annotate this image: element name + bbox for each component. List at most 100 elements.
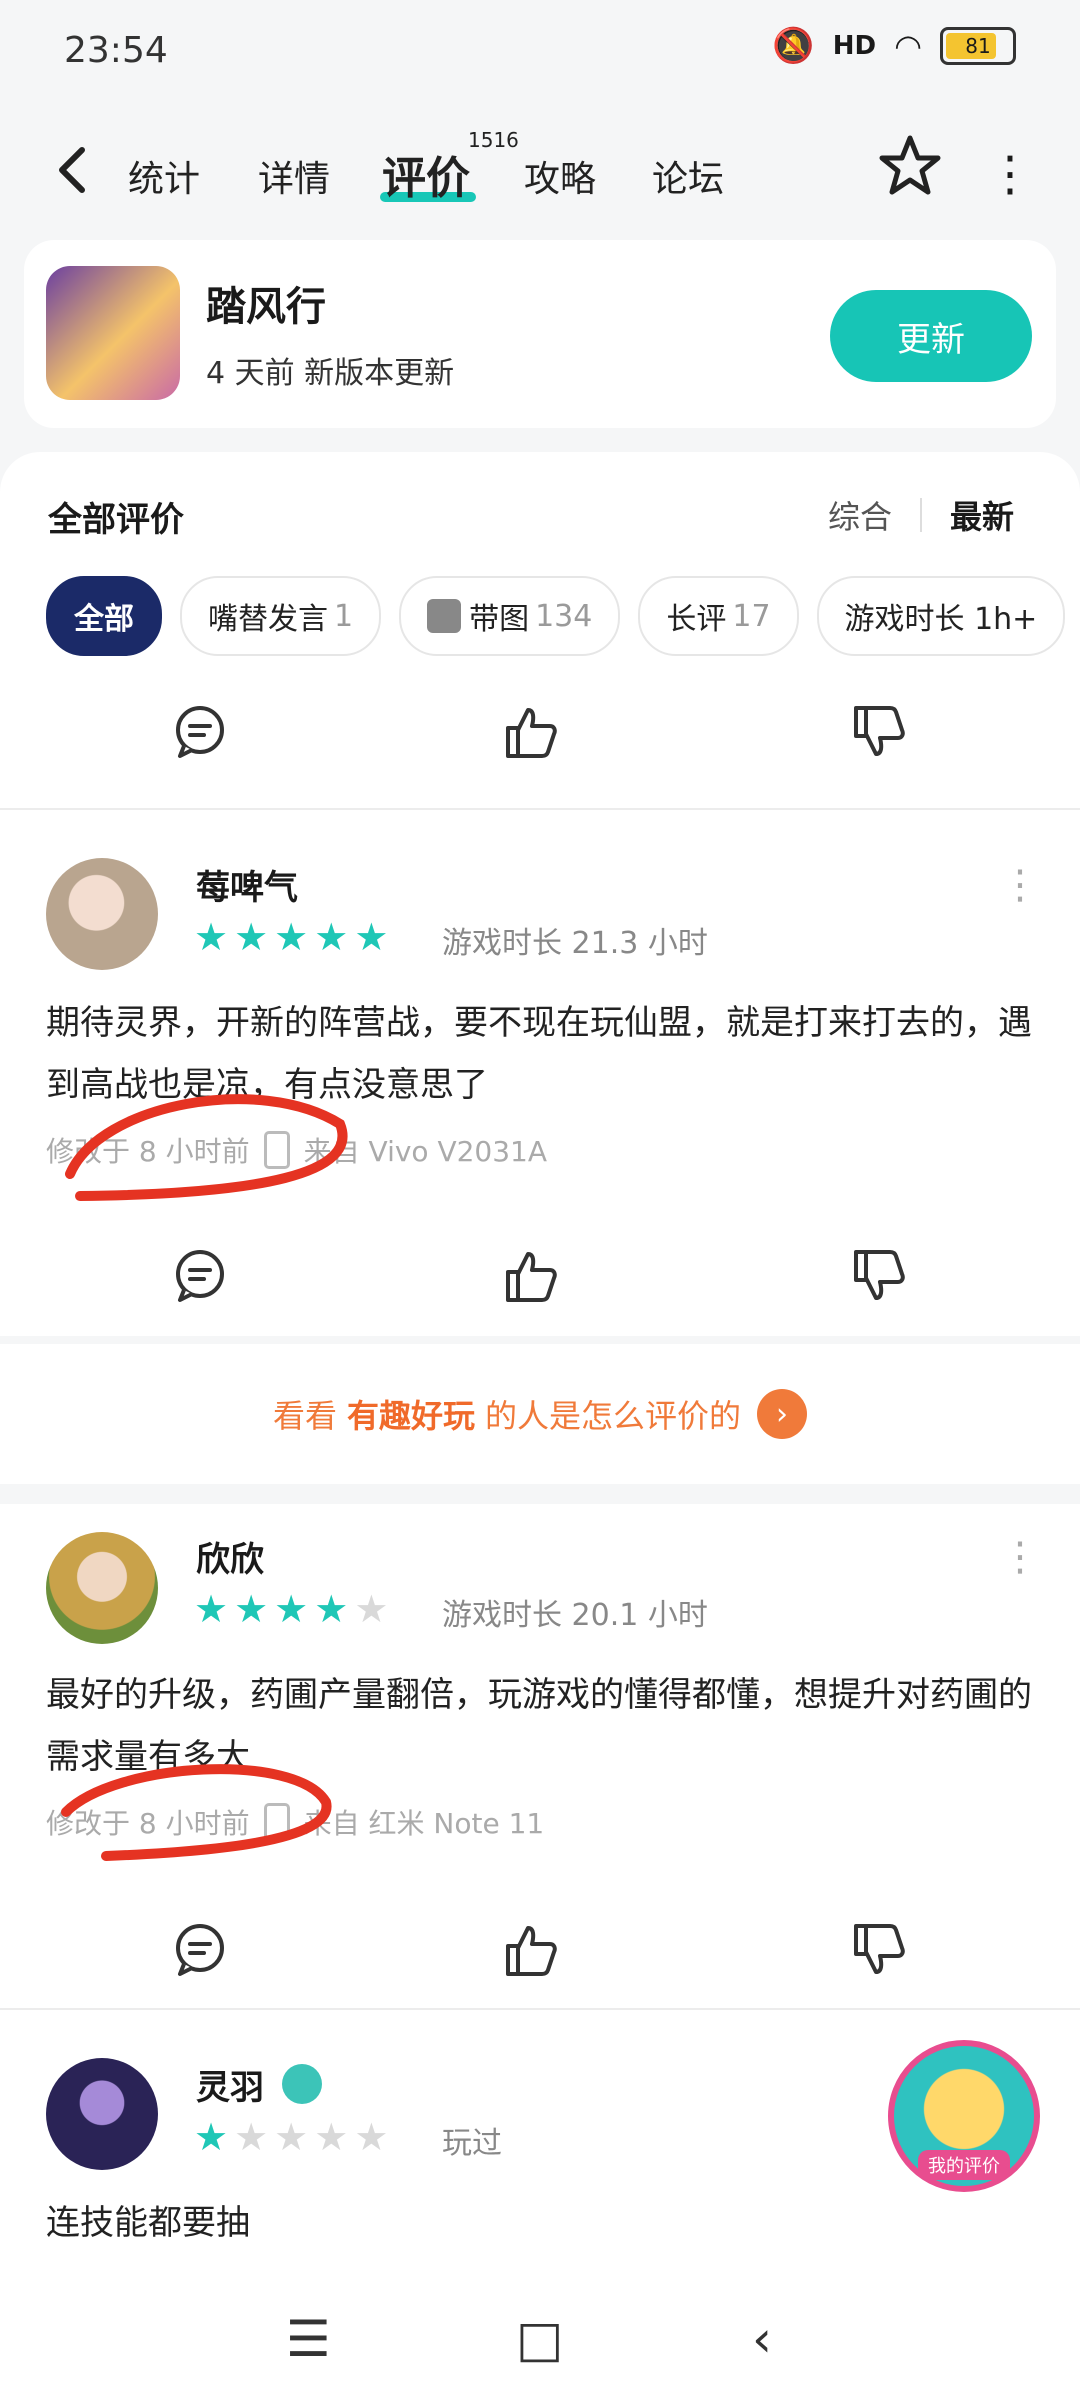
star-outline-icon [879,135,941,195]
review-actions [0,1910,1080,1990]
thumbs-up-icon[interactable] [500,1920,560,1980]
chevron-right-icon: › [757,1389,808,1439]
thumbs-down-icon[interactable] [848,1246,908,1306]
tab-details[interactable]: 详情 [258,150,330,202]
favorite-button[interactable] [878,134,942,202]
star-filled-icon: ★ [314,1587,349,1631]
avatar[interactable] [46,2058,158,2170]
image-icon [427,599,462,633]
section-gap [0,1484,1080,1504]
tab-forum[interactable]: 论坛 [652,150,724,202]
app-card: 踏风行 4 天前 新版本更新 更新 [24,240,1056,428]
verified-badge-icon [282,2064,322,2104]
divider [0,808,1080,810]
thumbs-up-icon[interactable] [500,702,560,762]
sort-options: 综合 最新 [828,492,1014,538]
filter-label: 全部 [74,602,134,637]
menu-icon[interactable]: ☰ [286,2310,331,2368]
app-icon [46,266,180,400]
filter-label: 游戏时长 1h+ [844,602,1038,637]
star-empty-icon: ★ [314,2115,349,2159]
promo-suffix: 的人是怎么评价的 [485,1397,742,1435]
promo-banner[interactable]: 看看 有趣好玩 的人是怎么评价的 › [0,1344,1080,1484]
comment-icon[interactable] [170,1920,230,1980]
avatar[interactable] [46,1532,158,1644]
rating-stars: ★ ★ ★ ★ ★ [194,1590,388,1628]
my-review-label: 我的评价 [918,2150,1010,2180]
sort-divider [919,498,922,532]
back-button[interactable] [52,140,92,213]
red-annotation-circle [65,1094,348,1201]
star-filled-icon: ★ [194,915,229,959]
star-empty-icon: ★ [354,1587,389,1631]
filter-chips: 全部 嘴替发言 1 带图 134 长评 17 游戏时长 1h+ [46,576,1066,656]
sort-latest[interactable]: 最新 [950,492,1014,538]
status-time: 23:54 [64,30,168,71]
top-nav: 统计 详情 评价 1516 攻略 论坛 ⋮ [0,120,1080,230]
rating-stars: ★ ★ ★ ★ ★ [194,2118,388,2156]
my-review-button[interactable]: 我的评价 [888,2040,1040,2192]
comment-icon[interactable] [170,702,230,762]
more-vertical-icon[interactable]: ⋮ [986,146,1034,202]
more-vertical-icon[interactable]: ⋮ [1000,1534,1040,1580]
tab-stats[interactable]: 统计 [128,150,200,202]
filter-quote[interactable]: 嘴替发言 1 [180,576,382,656]
thumbs-down-icon[interactable] [848,1920,908,1980]
review-playtime: 游戏时长 20.1 小时 [442,1598,708,1633]
rating-stars: ★ ★ ★ ★ ★ [194,918,388,956]
filter-label: 长评 [666,602,727,637]
promo-highlight: 有趣好玩 [346,1397,475,1435]
filter-long-review[interactable]: 长评 17 [638,576,799,656]
thumbs-up-icon[interactable] [500,1246,560,1306]
signal-icon: HD [832,31,877,61]
filter-count: 17 [732,598,771,634]
star-empty-icon: ★ [274,2115,309,2159]
app-title: 踏风行 [206,284,326,330]
filter-count: 1 [334,598,354,634]
wifi-icon: ◠ [894,27,922,65]
review-playtime: 玩过 [442,2126,502,2161]
review-username[interactable]: 莓啤气 [196,860,298,909]
star-filled-icon: ★ [194,1587,229,1631]
star-filled-icon: ★ [234,1587,269,1631]
tab-guides[interactable]: 攻略 [524,150,596,202]
filter-all[interactable]: 全部 [46,576,162,656]
filter-with-image[interactable]: 带图 134 [399,576,621,656]
chevron-left-icon [59,147,85,193]
system-nav-bar: ☰ □ ‹ [0,2280,1080,2400]
filter-label: 嘴替发言 [208,602,328,637]
more-vertical-icon[interactable]: ⋮ [1000,862,1040,908]
home-icon[interactable]: □ [516,2310,563,2368]
star-empty-icon: ★ [234,2115,269,2159]
mute-icon: 🔕 [772,26,815,66]
section-title: 全部评价 [48,500,184,540]
star-filled-icon: ★ [194,2115,229,2159]
review-content: 连技能都要抽 [46,2203,250,2243]
star-filled-icon: ★ [354,915,389,959]
comment-icon[interactable] [170,1246,230,1306]
app-update-info: 4 天前 新版本更新 [206,356,455,391]
review-actions [0,1236,1080,1316]
star-filled-icon: ★ [234,915,269,959]
review-username[interactable]: 欣欣 [196,1532,264,1581]
avatar[interactable] [46,858,158,970]
filter-label: 带图 [469,602,530,637]
back-icon[interactable]: ‹ [752,2310,772,2368]
promo-prefix: 看看 [272,1397,337,1435]
reviews-count-badge: 1516 [468,128,519,152]
star-filled-icon: ★ [274,1587,309,1631]
divider [0,2008,1080,2010]
review-actions [0,692,1080,772]
red-annotation-circle [61,1764,332,1861]
sort-overall[interactable]: 综合 [828,492,892,538]
star-filled-icon: ★ [274,915,309,959]
update-button[interactable]: 更新 [830,290,1032,382]
review-username[interactable]: 灵羽 [196,2060,264,2109]
review-playtime: 游戏时长 21.3 小时 [442,926,708,961]
tab-reviews[interactable]: 评价 [382,142,470,206]
thumbs-down-icon[interactable] [848,702,908,762]
filter-playtime[interactable]: 游戏时长 1h+ [816,576,1066,656]
battery-icon: 81 [940,27,1016,65]
star-filled-icon: ★ [314,915,349,959]
filter-count: 134 [535,598,593,634]
